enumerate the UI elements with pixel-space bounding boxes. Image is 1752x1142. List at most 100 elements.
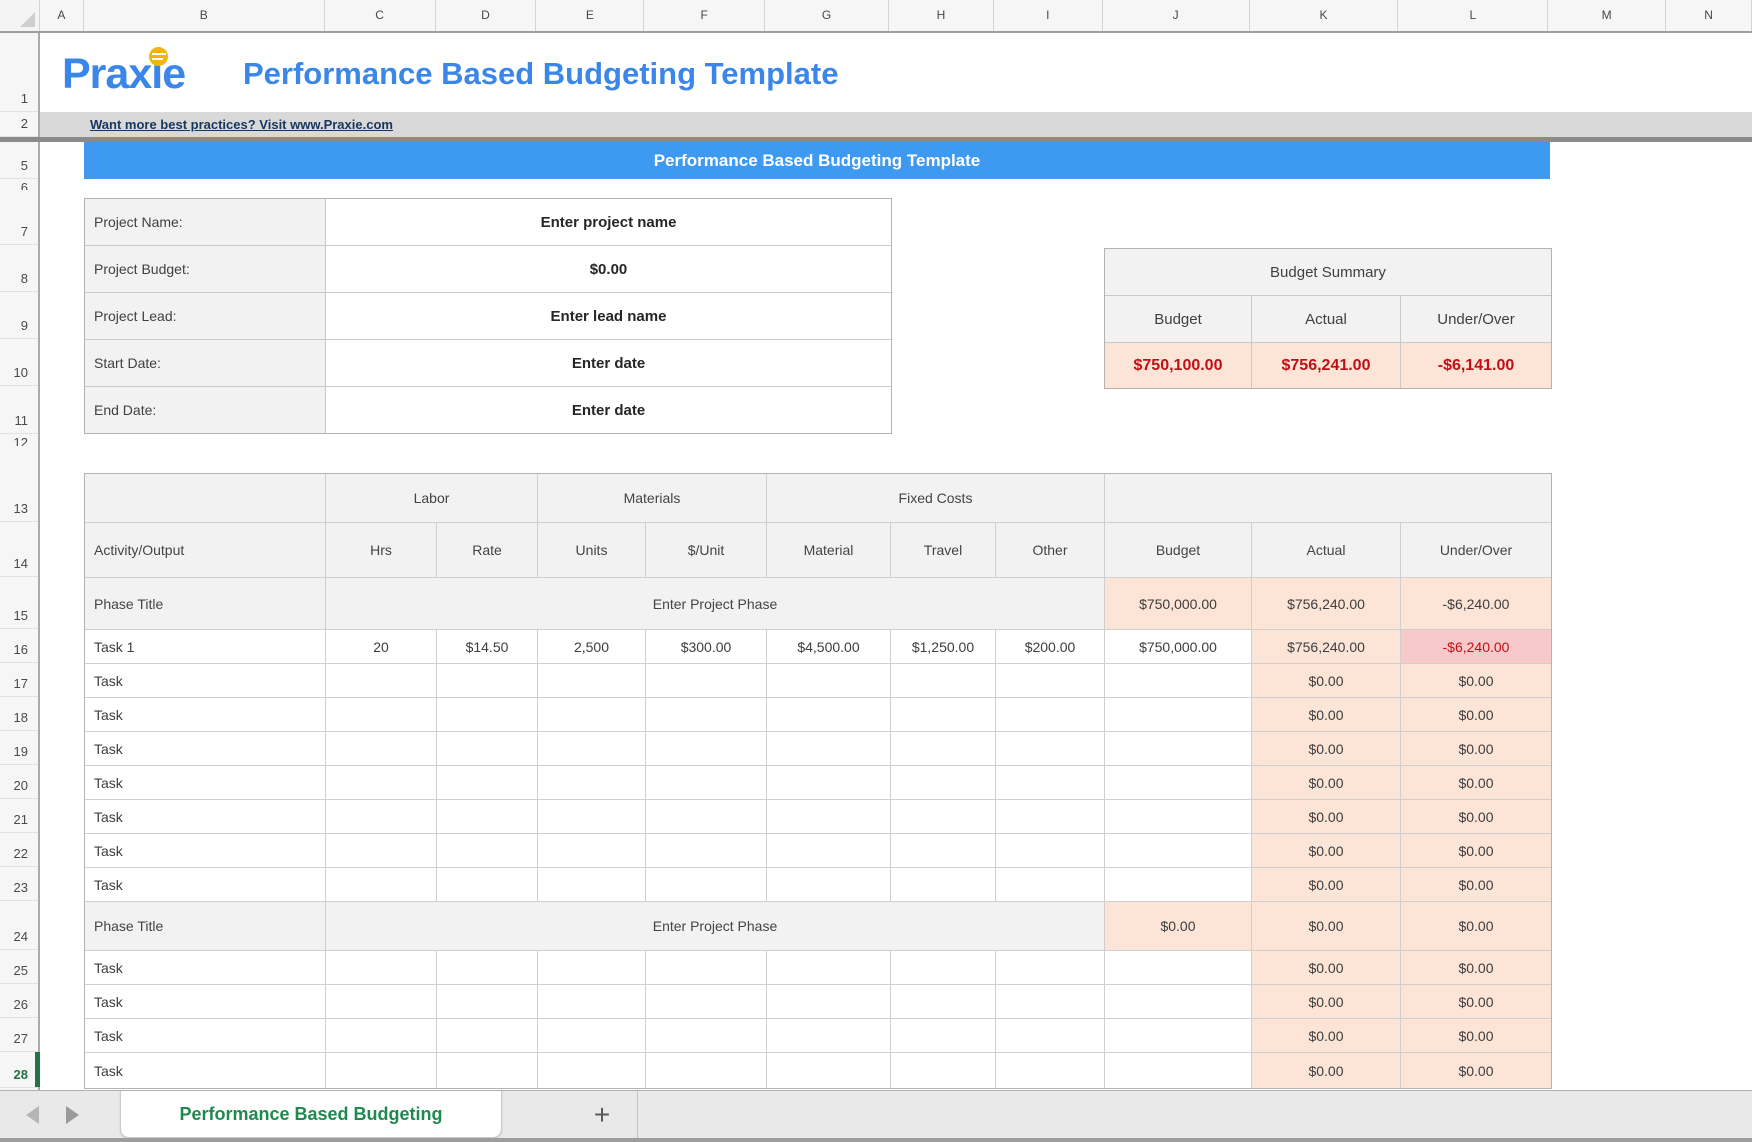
task-under-over-cell[interactable]: $0.00: [1401, 800, 1551, 833]
project-budget-label[interactable]: Project Budget:: [85, 246, 325, 292]
task-material-cell[interactable]: [767, 1019, 890, 1052]
task-label-cell[interactable]: Task: [85, 732, 325, 765]
column-header-travel[interactable]: Travel: [891, 523, 995, 577]
project-lead-label[interactable]: Project Lead:: [85, 293, 325, 339]
task-other-cell[interactable]: [996, 766, 1104, 799]
column-header-j[interactable]: J: [1103, 0, 1250, 31]
task-actual-cell[interactable]: $0.00: [1252, 951, 1400, 984]
task-rate-cell[interactable]: [437, 732, 537, 765]
task-actual-cell[interactable]: $0.00: [1252, 766, 1400, 799]
phase-under-over-cell[interactable]: $0.00: [1401, 902, 1551, 950]
row-header-20[interactable]: 20: [0, 765, 38, 799]
column-header-n[interactable]: N: [1666, 0, 1752, 31]
task-actual-cell[interactable]: $756,240.00: [1252, 630, 1400, 663]
task-material-cell[interactable]: [767, 868, 890, 901]
task-label-cell[interactable]: Task: [85, 664, 325, 697]
task-hrs-cell[interactable]: [326, 766, 436, 799]
task-per-unit-cell[interactable]: [646, 664, 766, 697]
project-lead-value[interactable]: Enter lead name: [326, 293, 891, 339]
task-under-over-cell[interactable]: $0.00: [1401, 664, 1551, 697]
row-header-24[interactable]: 24: [0, 901, 38, 950]
summary-budget-header[interactable]: Budget: [1105, 296, 1251, 342]
column-header-d[interactable]: D: [436, 0, 537, 31]
task-hrs-cell[interactable]: [326, 985, 436, 1018]
budget-summary-title[interactable]: Budget Summary: [1105, 249, 1551, 295]
task-per-unit-cell[interactable]: [646, 868, 766, 901]
row-header-18[interactable]: 18: [0, 697, 38, 731]
task-actual-cell[interactable]: $0.00: [1252, 985, 1400, 1018]
task-rate-cell[interactable]: [437, 951, 537, 984]
task-units-cell[interactable]: [538, 698, 645, 731]
summary-actual-value[interactable]: $756,241.00: [1252, 343, 1400, 388]
task-material-cell[interactable]: [767, 1053, 890, 1088]
column-header-l[interactable]: L: [1398, 0, 1548, 31]
task-hrs-cell[interactable]: [326, 834, 436, 867]
task-travel-cell[interactable]: [891, 1019, 995, 1052]
phase-title-cell[interactable]: Phase Title: [85, 902, 325, 950]
task-per-unit-cell[interactable]: [646, 951, 766, 984]
task-units-cell[interactable]: [538, 868, 645, 901]
task-other-cell[interactable]: [996, 985, 1104, 1018]
row-header-7[interactable]: 7: [0, 190, 38, 245]
column-header-c[interactable]: C: [325, 0, 436, 31]
task-other-cell[interactable]: [996, 732, 1104, 765]
task-label-cell[interactable]: Task: [85, 951, 325, 984]
task-per-unit-cell[interactable]: [646, 1019, 766, 1052]
row-header-9[interactable]: 9: [0, 292, 38, 339]
column-header-h[interactable]: H: [889, 0, 994, 31]
start-date-value[interactable]: Enter date: [326, 340, 891, 386]
task-budget-cell[interactable]: [1105, 766, 1251, 799]
task-travel-cell[interactable]: [891, 834, 995, 867]
task-under-over-cell[interactable]: $0.00: [1401, 1053, 1551, 1088]
row-header-25[interactable]: 25: [0, 950, 38, 984]
task-hrs-cell[interactable]: [326, 800, 436, 833]
task-travel-cell[interactable]: $1,250.00: [891, 630, 995, 663]
task-budget-cell[interactable]: [1105, 985, 1251, 1018]
task-label-cell[interactable]: Task: [85, 1019, 325, 1052]
task-other-cell[interactable]: $200.00: [996, 630, 1104, 663]
task-rate-cell[interactable]: [437, 868, 537, 901]
task-label-cell[interactable]: Task: [85, 800, 325, 833]
summary-actual-header[interactable]: Actual: [1252, 296, 1400, 342]
task-hrs-cell[interactable]: [326, 868, 436, 901]
task-under-over-cell[interactable]: $0.00: [1401, 834, 1551, 867]
task-label-cell[interactable]: Task: [85, 834, 325, 867]
task-per-unit-cell[interactable]: [646, 800, 766, 833]
phase-actual-cell[interactable]: $0.00: [1252, 902, 1400, 950]
task-under-over-cell[interactable]: $0.00: [1401, 1019, 1551, 1052]
task-material-cell[interactable]: [767, 732, 890, 765]
row-header-19[interactable]: 19: [0, 731, 38, 765]
column-header-g[interactable]: G: [765, 0, 889, 31]
task-hrs-cell[interactable]: [326, 1019, 436, 1052]
task-material-cell[interactable]: [767, 985, 890, 1018]
task-per-unit-cell[interactable]: [646, 766, 766, 799]
column-header-b[interactable]: B: [84, 0, 325, 31]
project-name-value[interactable]: Enter project name: [326, 199, 891, 245]
task-other-cell[interactable]: [996, 951, 1104, 984]
task-label-cell[interactable]: Task: [85, 1053, 325, 1088]
task-actual-cell[interactable]: $0.00: [1252, 834, 1400, 867]
summary-under-over-header[interactable]: Under/Over: [1401, 296, 1551, 342]
task-units-cell[interactable]: [538, 766, 645, 799]
row-header-13[interactable]: 13: [0, 446, 38, 522]
task-budget-cell[interactable]: [1105, 1053, 1251, 1088]
task-hrs-cell[interactable]: [326, 732, 436, 765]
task-label-cell[interactable]: Task: [85, 698, 325, 731]
task-hrs-cell[interactable]: [326, 1053, 436, 1088]
task-under-over-cell[interactable]: $0.00: [1401, 868, 1551, 901]
task-budget-cell[interactable]: [1105, 1019, 1251, 1052]
task-actual-cell[interactable]: $0.00: [1252, 698, 1400, 731]
start-date-label[interactable]: Start Date:: [85, 340, 325, 386]
column-header--unit[interactable]: $/Unit: [646, 523, 766, 577]
row-header-27[interactable]: 27: [0, 1018, 38, 1052]
task-label-cell[interactable]: Task 1: [85, 630, 325, 663]
task-actual-cell[interactable]: $0.00: [1252, 664, 1400, 697]
task-units-cell[interactable]: [538, 1019, 645, 1052]
column-header-hrs[interactable]: Hrs: [326, 523, 436, 577]
column-header-actual[interactable]: Actual: [1252, 523, 1400, 577]
task-budget-cell[interactable]: [1105, 951, 1251, 984]
task-actual-cell[interactable]: $0.00: [1252, 732, 1400, 765]
task-per-unit-cell[interactable]: [646, 732, 766, 765]
task-other-cell[interactable]: [996, 1053, 1104, 1088]
task-hrs-cell[interactable]: [326, 951, 436, 984]
